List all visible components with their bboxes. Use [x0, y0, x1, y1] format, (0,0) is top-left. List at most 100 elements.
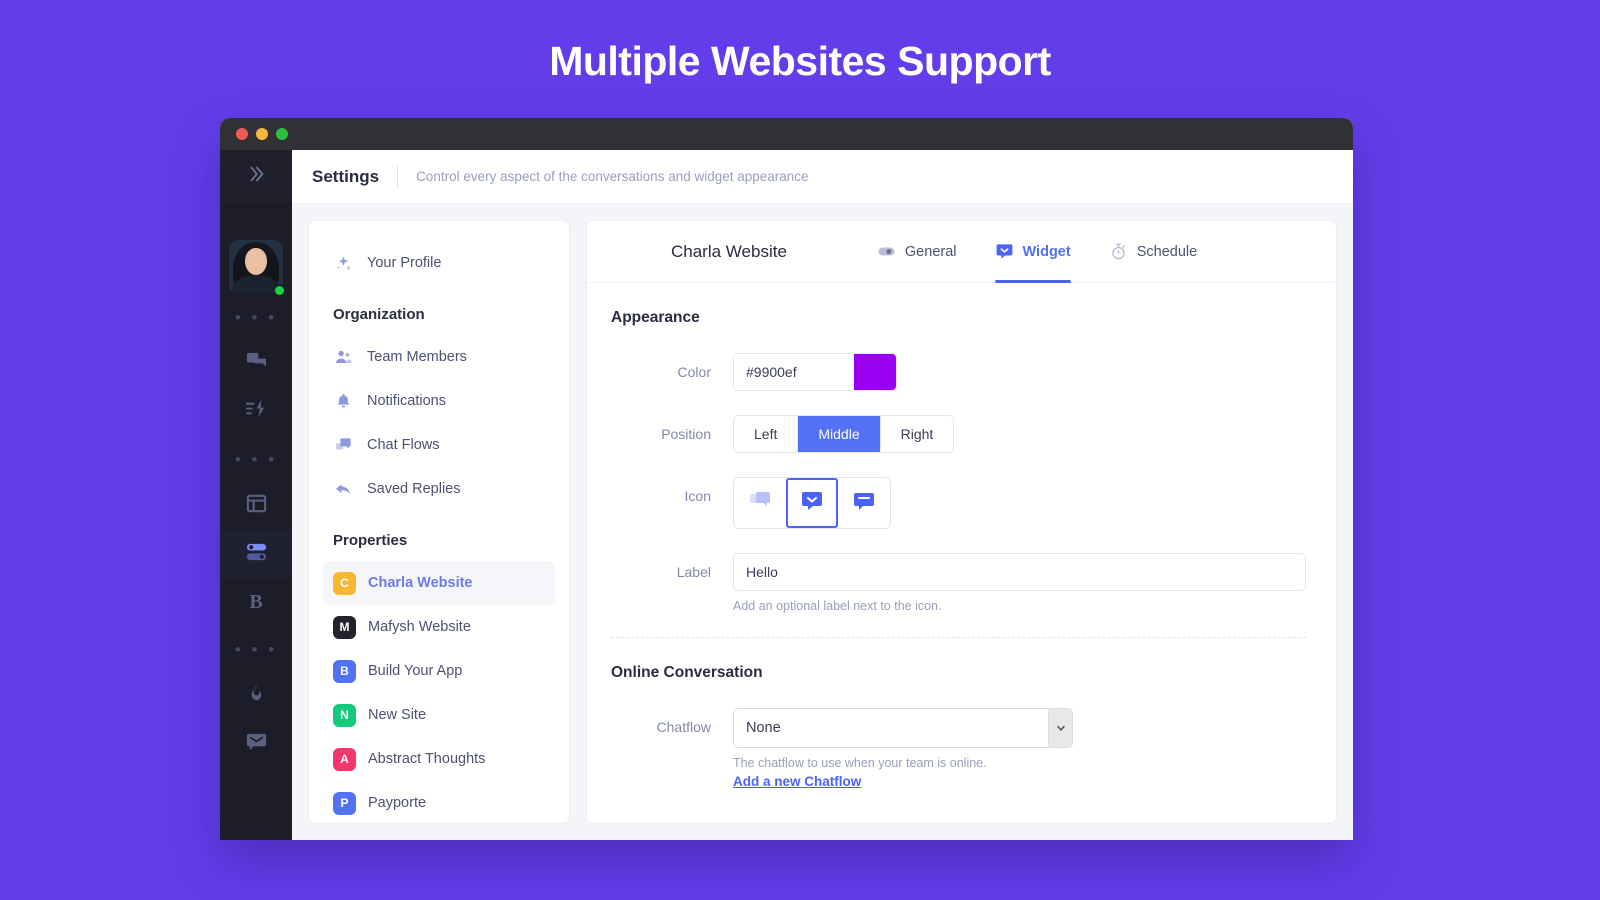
window-body: • • • • • • B • • • Settings Control eve…	[220, 150, 1353, 840]
form-row-color: Color	[611, 353, 1306, 391]
lightning-lines-icon	[245, 398, 268, 426]
tab-widget[interactable]: Widget	[994, 221, 1071, 283]
maximize-button[interactable]	[276, 128, 288, 140]
window-titlebar	[220, 118, 1353, 150]
property-badge: A	[333, 747, 356, 771]
icon-option-chat-lines[interactable]	[838, 478, 890, 528]
chat-smile-icon	[800, 489, 824, 518]
menu-item-label: Saved Replies	[367, 481, 461, 497]
menu-heading-properties: Properties	[333, 531, 408, 549]
property-label: New Site	[368, 707, 427, 723]
chat-bubble-icon	[995, 242, 1014, 261]
menu-item-chat-flows[interactable]: Chat Flows	[323, 423, 555, 467]
content-area: Your Profile Organization Team Members N…	[292, 204, 1353, 840]
topbar: Settings Control every aspect of the con…	[292, 150, 1353, 204]
envelope-icon	[245, 730, 268, 758]
color-swatch[interactable]	[854, 354, 896, 390]
rail-collapse-button[interactable]	[220, 150, 292, 202]
property-label: Mafysh Website	[368, 619, 471, 635]
rail-item-settings[interactable]	[220, 530, 292, 578]
layout-icon	[245, 492, 268, 520]
menu-item-label: Your Profile	[367, 255, 442, 271]
menu-item-label: Notifications	[367, 393, 446, 409]
rail-separator: • • •	[234, 449, 278, 469]
icon-option-chat-smile[interactable]	[786, 478, 838, 528]
stopwatch-icon	[1109, 242, 1128, 261]
color-input-group	[733, 353, 897, 391]
color-input[interactable]	[734, 354, 854, 390]
form-row-icon: Icon	[611, 477, 1306, 529]
property-item-abstract-thoughts[interactable]: A Abstract Thoughts	[323, 737, 555, 781]
menu-heading-organization: Organization	[333, 305, 425, 323]
rail-item-dashboard[interactable]	[220, 482, 292, 530]
tab-label: Widget	[1022, 243, 1071, 260]
chatflow-hint: The chatflow to use when your team is on…	[733, 756, 987, 770]
sparkle-icon	[333, 254, 353, 273]
page-title: Multiple Websites Support	[549, 38, 1051, 84]
property-item-build-your-app[interactable]: B Build Your App	[323, 649, 555, 693]
chevrons-right-icon	[245, 163, 267, 190]
property-item-mafysh-website[interactable]: M Mafysh Website	[323, 605, 555, 649]
property-item-charla-website[interactable]: C Charla Website	[323, 561, 555, 605]
close-button[interactable]	[236, 128, 248, 140]
menu-item-saved-replies[interactable]: Saved Replies	[323, 467, 555, 511]
panel-body: Appearance Color #9900ef Position Left M…	[587, 283, 1336, 823]
section-heading-appearance: Appearance	[611, 309, 700, 326]
rail-item-conversations[interactable]	[220, 340, 292, 388]
chatflow-select[interactable]: None	[733, 708, 1073, 748]
menu-item-notifications[interactable]: Notifications	[323, 379, 555, 423]
avatar[interactable]	[229, 240, 286, 297]
form-row-chatflow: Chatflow None The chatflow to use when y…	[611, 708, 1306, 791]
toggles-icon	[245, 540, 268, 568]
property-badge: B	[333, 659, 356, 683]
rail-item-brand[interactable]: B	[220, 578, 292, 626]
property-label: Charla Website	[368, 575, 473, 591]
widget-label-label: Label	[676, 564, 711, 580]
tab-label: General	[904, 243, 957, 260]
bell-icon	[333, 392, 353, 411]
rail-item-automations[interactable]	[220, 388, 292, 436]
position-option-right[interactable]: Right	[881, 416, 954, 452]
panel-header: Charla Website General Widget Schedule	[587, 221, 1336, 283]
form-row-position: Position Left Middle Right	[611, 415, 1306, 453]
users-icon	[333, 348, 353, 367]
toggle-icon	[877, 242, 896, 261]
add-new-chatflow-link[interactable]: Add a new Chatflow	[733, 774, 861, 789]
property-label: Abstract Thoughts	[368, 751, 486, 767]
position-segmented-control: Left Middle Right	[733, 415, 955, 453]
minimize-button[interactable]	[256, 128, 268, 140]
main-region: Settings Control every aspect of the con…	[292, 150, 1353, 840]
status-badge	[273, 284, 286, 297]
chat-bubbles-icon	[245, 350, 268, 378]
menu-item-team-members[interactable]: Team Members	[323, 335, 555, 379]
rail-item-trending[interactable]	[220, 672, 292, 720]
property-item-payporte[interactable]: P Payporte	[323, 781, 555, 823]
position-option-left[interactable]: Left	[734, 416, 799, 452]
chat-lines-icon	[852, 489, 876, 518]
chatflow-select-wrap: None	[733, 708, 1073, 748]
widget-label-input[interactable]	[733, 553, 1306, 591]
section-heading-online-conversation: Online Conversation	[611, 664, 763, 681]
position-option-middle[interactable]: Middle	[798, 416, 881, 452]
icon-label: Icon	[684, 488, 711, 504]
reply-arrow-icon	[333, 480, 353, 499]
property-badge: N	[333, 703, 356, 727]
flame-icon	[245, 682, 268, 710]
tab-label: Schedule	[1136, 243, 1198, 260]
section-divider	[611, 637, 1306, 638]
rail-item-inbox[interactable]	[220, 720, 292, 768]
property-item-new-site[interactable]: N New Site	[323, 693, 555, 737]
menu-item-your-profile[interactable]: Your Profile	[323, 241, 555, 285]
icon-rail: • • • • • • B • • •	[220, 150, 292, 840]
color-label: Color	[677, 364, 711, 380]
form-row-label: Label Add an optional label next to the …	[611, 553, 1306, 613]
property-label: Build Your App	[368, 663, 463, 679]
panel-tabs: General Widget Schedule	[877, 221, 1197, 283]
tab-general[interactable]: General	[877, 221, 957, 282]
rail-separator: • • •	[234, 307, 278, 327]
property-badge: M	[333, 615, 356, 639]
tab-schedule[interactable]: Schedule	[1109, 221, 1197, 282]
icon-option-chat-bubbles[interactable]	[734, 478, 786, 528]
menu-item-label: Chat Flows	[367, 437, 440, 453]
topbar-subtitle: Control every aspect of the conversation…	[416, 169, 809, 184]
